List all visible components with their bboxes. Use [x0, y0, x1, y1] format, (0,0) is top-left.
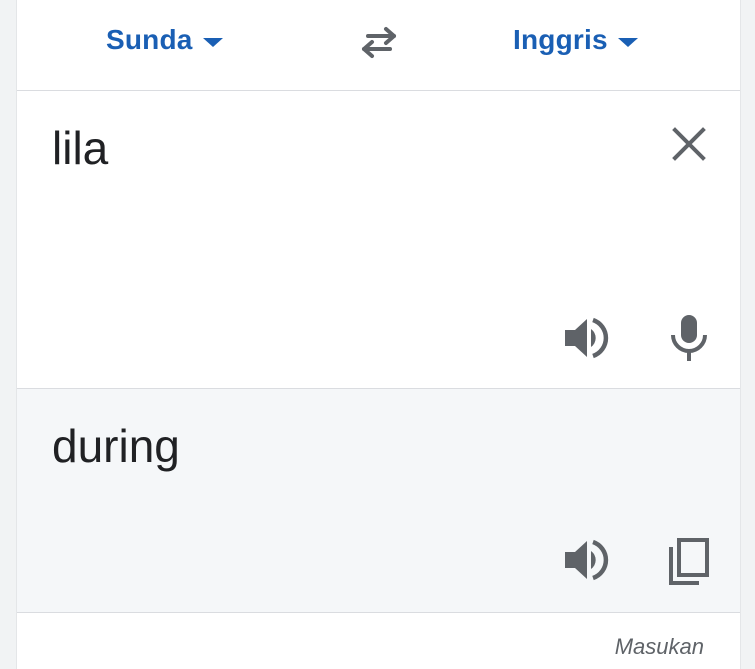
- microphone-button[interactable]: [667, 313, 711, 363]
- close-icon: [672, 127, 706, 161]
- volume-icon: [565, 539, 609, 581]
- microphone-icon: [671, 315, 707, 361]
- translated-text: during: [52, 420, 180, 472]
- feedback-link[interactable]: Masukan: [615, 634, 704, 660]
- translation-panel: during: [17, 389, 740, 613]
- language-bar: Sunda Inggris: [17, 0, 740, 91]
- source-text[interactable]: lila: [52, 121, 108, 175]
- copy-translation-button[interactable]: [667, 537, 711, 587]
- listen-source-button[interactable]: [563, 315, 613, 361]
- copy-icon: [669, 538, 709, 585]
- source-text-panel[interactable]: lila: [17, 91, 740, 389]
- target-language-selector[interactable]: Inggris: [513, 24, 638, 56]
- chevron-down-icon: [202, 37, 223, 47]
- volume-icon: [565, 317, 609, 359]
- chevron-down-icon: [617, 37, 638, 47]
- listen-translation-button[interactable]: [563, 537, 613, 583]
- swap-horizontal-icon: [362, 27, 396, 58]
- source-language-label: Sunda: [106, 24, 193, 55]
- translate-card: Sunda Inggris lila during Masukan: [16, 0, 741, 669]
- target-language-label: Inggris: [513, 24, 608, 55]
- swap-languages-button[interactable]: [354, 20, 404, 64]
- source-language-selector[interactable]: Sunda: [106, 24, 223, 56]
- clear-button[interactable]: [669, 124, 709, 164]
